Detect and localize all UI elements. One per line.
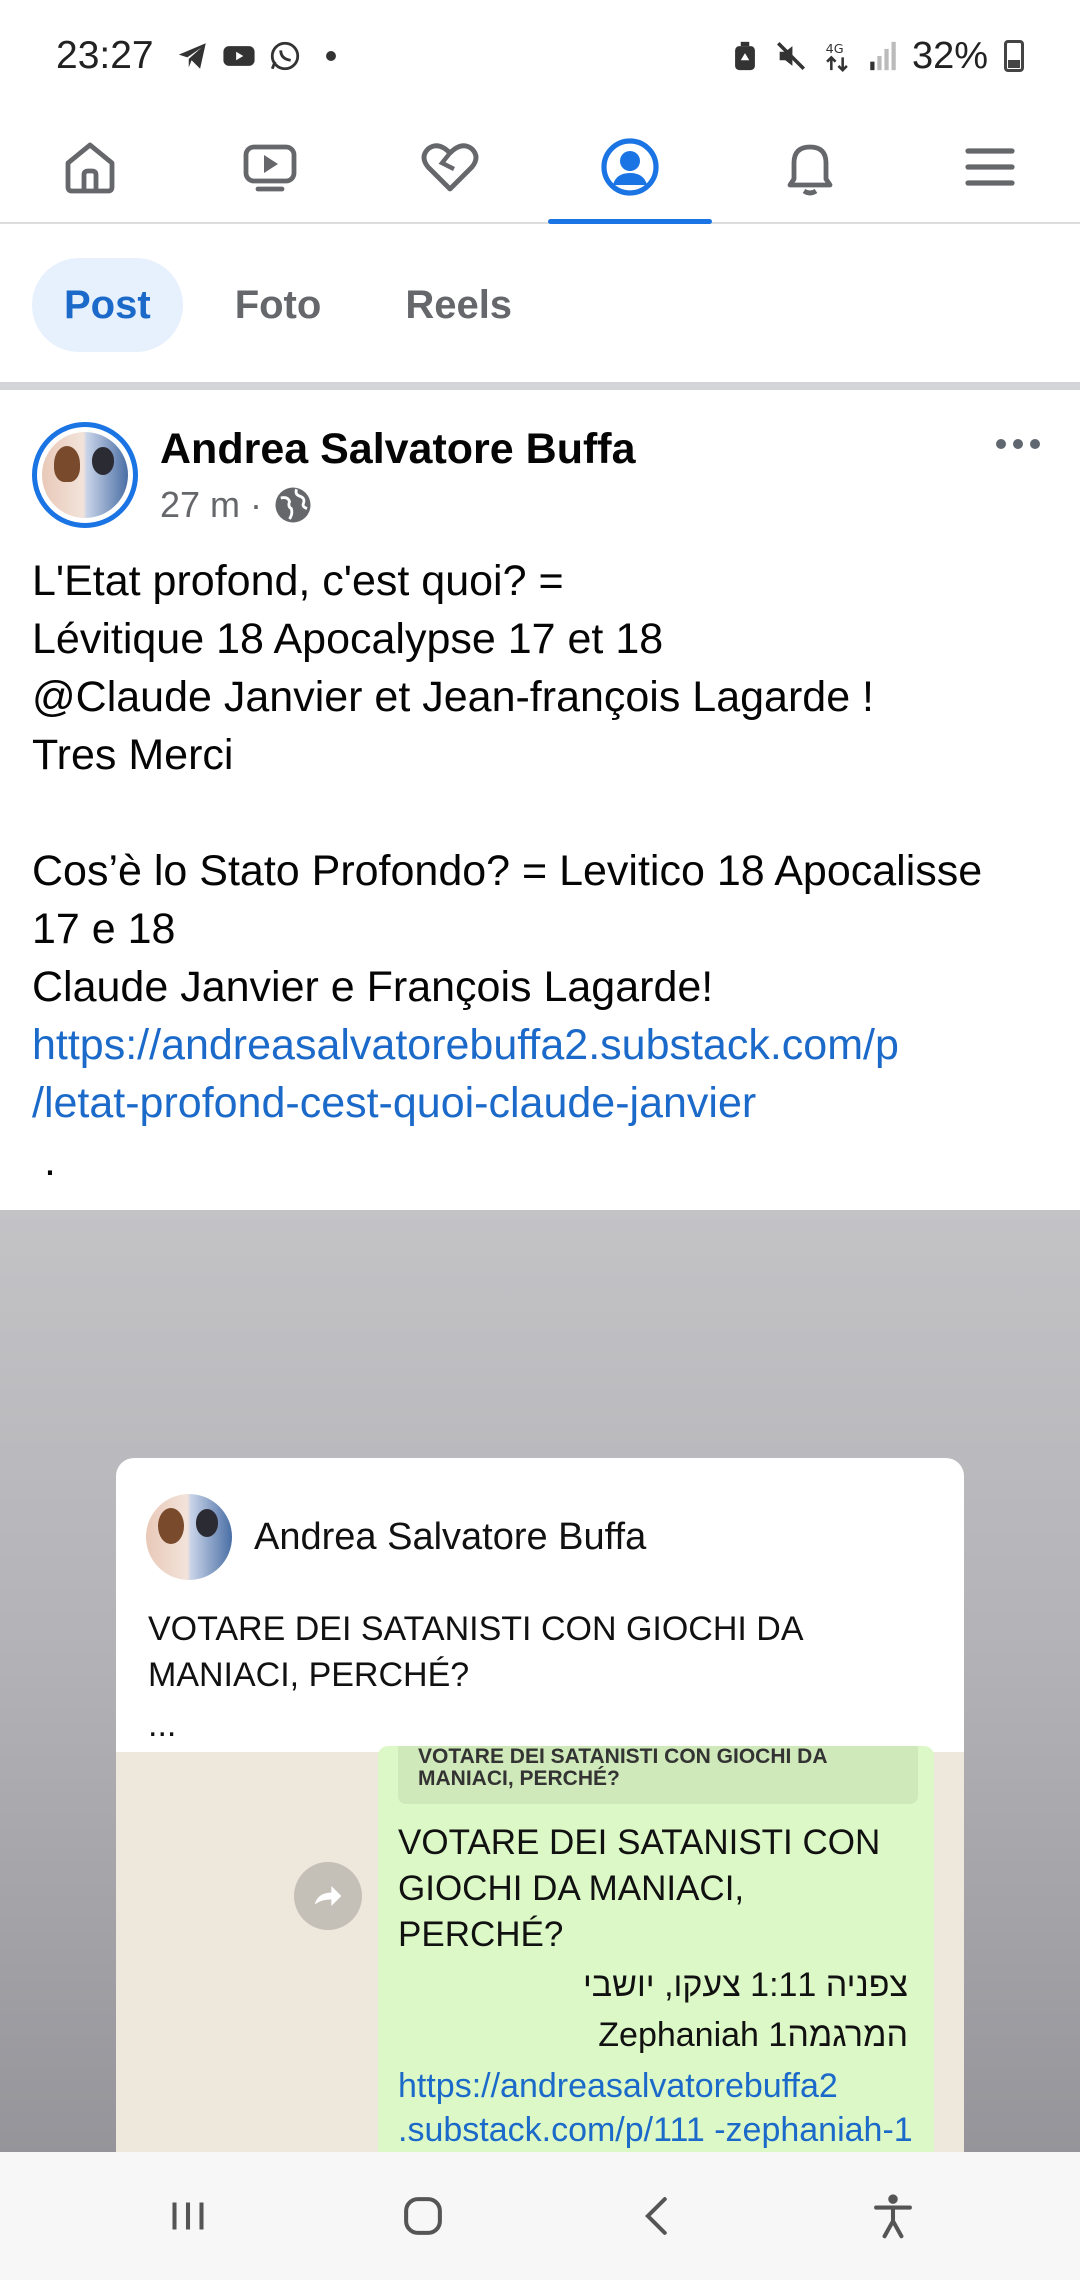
more-dots-icon	[996, 439, 1040, 449]
post-text-line: Lévitique 18 Apocalypse 17 et 18	[32, 615, 664, 663]
post-text-line: L'Etat profond, c'est quoi? =	[32, 557, 564, 605]
post-text-blank	[32, 784, 1062, 842]
post-text-line: 17 e 18	[32, 905, 176, 953]
back-icon	[644, 2197, 667, 2235]
post-header: Andrea Salvatore Buffa 27 m ·	[32, 420, 1048, 530]
tab-reels[interactable]: Reels	[373, 258, 544, 352]
accessibility-button[interactable]	[853, 2176, 933, 2256]
nav-profile[interactable]	[540, 112, 720, 224]
forward-icon	[294, 1862, 362, 1930]
bubble-hebrew-line: צפניה 1:11 צעקו, יושבי	[582, 1966, 908, 2004]
tab-foto[interactable]: Foto	[203, 258, 354, 352]
nav-menu[interactable]	[900, 112, 1080, 222]
card-text: VOTARE DEI SATANISTI CON GIOCHI DA MANIA…	[148, 1610, 802, 1694]
bell-icon	[787, 144, 833, 196]
shared-post-card[interactable]: Andrea Salvatore Buffa VOTARE DEI SATANI…	[116, 1458, 964, 2256]
status-left: 23:27	[56, 34, 348, 78]
avatar[interactable]	[32, 422, 138, 528]
card-avatar	[146, 1494, 232, 1580]
whatsapp-icon	[268, 39, 302, 73]
home-button[interactable]	[383, 2176, 463, 2256]
bubble-hebrew-line: Zephaniah 1המרגמה	[598, 2016, 908, 2054]
recent-apps-icon	[171, 2202, 204, 2230]
profile-icon	[601, 138, 659, 196]
youtube-icon	[222, 39, 256, 73]
globe-icon	[275, 487, 311, 522]
post-media[interactable]: Andrea Salvatore Buffa VOTARE DEI SATANI…	[0, 1210, 1080, 2256]
card-header: Andrea Salvatore Buffa	[146, 1494, 646, 1580]
post-link-cont[interactable]: /letat-profond-cest-quoi-claude-janvier	[32, 1074, 1062, 1132]
video-icon	[243, 144, 297, 192]
more-options-button[interactable]	[988, 424, 1048, 464]
post-meta: Andrea Salvatore Buffa 27 m ·	[160, 425, 636, 526]
nav-home[interactable]	[0, 112, 180, 222]
bubble-hebrew: צפניה 1:11 צעקו, יושבי Zephaniah 1המרגמה	[398, 1960, 908, 2060]
avatar-image	[42, 432, 128, 518]
post-text-line: @Claude Janvier et Jean-françois Lagarde…	[32, 673, 875, 721]
profile-filter-tabs: Post Foto Reels	[32, 258, 544, 352]
mute-icon	[774, 39, 808, 73]
post-text-line: Cos’è lo Stato Profondo? = Levitico 18 A…	[32, 847, 983, 895]
post-text-line: Tres Merci	[32, 731, 234, 779]
dating-heart-icon	[421, 143, 479, 192]
tab-post[interactable]: Post	[32, 258, 183, 352]
signal-icon	[866, 39, 900, 73]
section-divider	[0, 382, 1080, 390]
accessibility-icon	[873, 2194, 912, 2239]
status-time: 23:27	[56, 34, 154, 77]
post-separator: ·	[250, 483, 263, 525]
back-button[interactable]	[618, 2176, 698, 2256]
data-icon: 4G	[820, 39, 854, 73]
post-time[interactable]: 27 m	[160, 484, 240, 526]
bubble-link: https://andreasalvatorebuffa2 .substack.…	[398, 2067, 913, 2149]
post-trailing-dot: .	[44, 1137, 56, 1185]
menu-icon	[965, 148, 1015, 186]
post-author[interactable]: Andrea Salvatore Buffa	[160, 425, 636, 474]
dot-icon	[314, 39, 348, 73]
nav-dating[interactable]	[360, 112, 540, 222]
eco-icon	[728, 39, 762, 73]
svg-text:4G: 4G	[826, 42, 844, 57]
post-subline: 27 m ·	[160, 484, 636, 526]
nav-notifications[interactable]	[720, 112, 900, 222]
home-icon	[65, 142, 115, 194]
bubble-title: VOTARE DEI SATANISTI CON GIOCHI DA MANIA…	[398, 1823, 881, 1954]
post-link[interactable]: https://andreasalvatorebuffa2.substack.c…	[32, 1016, 1062, 1074]
status-right: 4G 32%	[728, 35, 1024, 78]
nav-video[interactable]	[180, 112, 360, 222]
bubble-quote: VOTARE DEI SATANISTI CON GIOCHI DA MANIA…	[398, 1746, 918, 1804]
battery-percent: 32%	[911, 34, 988, 77]
card-author: Andrea Salvatore Buffa	[254, 1515, 647, 1558]
status-bar: 23:27 4G 32%	[0, 0, 1080, 112]
top-nav	[0, 112, 1080, 224]
home-button-icon	[403, 2197, 442, 2235]
post-text-line: Claude Janvier e François Lagarde!	[32, 963, 714, 1011]
battery-icon	[1004, 40, 1024, 72]
telegram-icon	[176, 39, 210, 73]
system-nav-bar	[0, 2152, 1080, 2280]
recent-apps-button[interactable]	[148, 2176, 228, 2256]
card-ellipsis: ...	[148, 1706, 177, 1744]
post-body: L'Etat profond, c'est quoi? = Lévitique …	[32, 552, 1062, 1190]
